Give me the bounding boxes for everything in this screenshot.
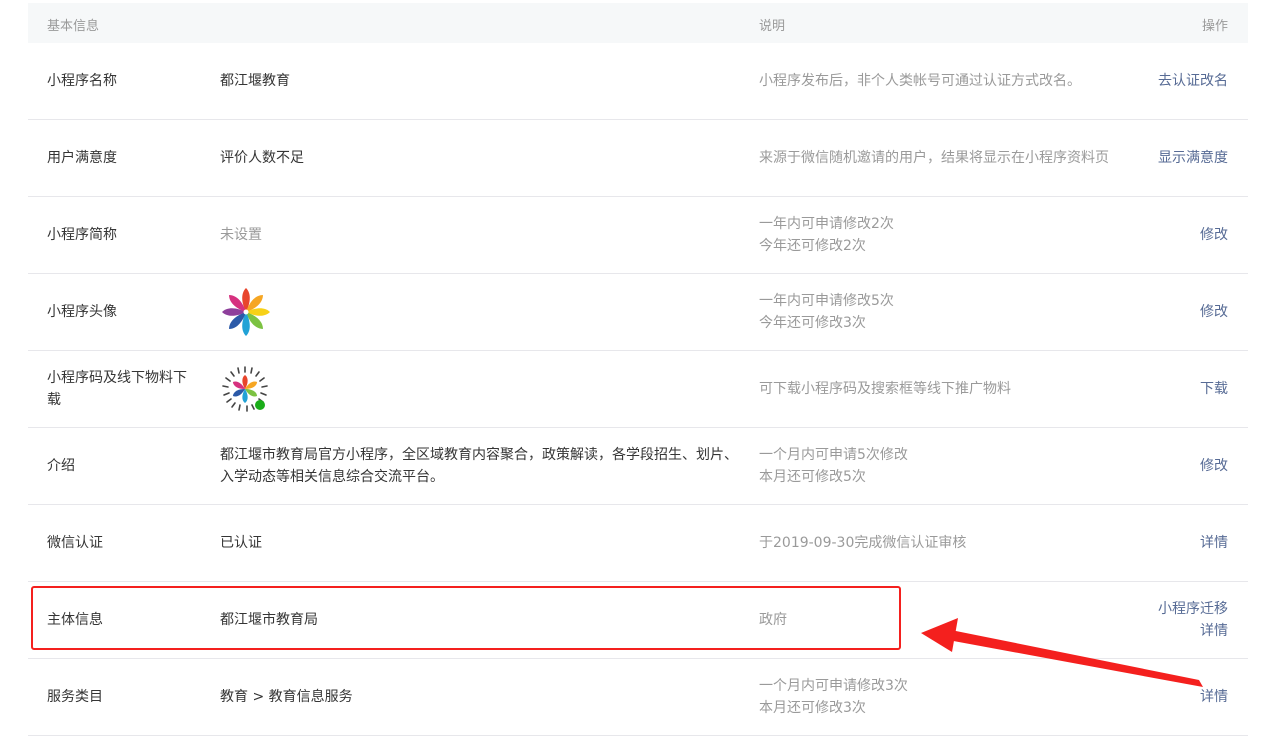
row-desc: 小程序发布后，非个人类帐号可通过认证方式改名。 <box>759 43 1129 119</box>
row-value <box>220 274 740 350</box>
row-desc-line: 今年还可修改3次 <box>759 315 866 331</box>
header-description: 说明 <box>759 19 786 34</box>
row-desc-line: 本月还可修改3次 <box>759 700 866 716</box>
cert-details-link[interactable]: 详情 <box>1200 532 1228 554</box>
row-ops: 修改 <box>1200 197 1228 273</box>
row-ops: 详情 <box>1200 505 1228 581</box>
row-ops: 修改 <box>1200 274 1228 350</box>
row-ops: 详情 <box>1200 659 1228 735</box>
row-label: 微信认证 <box>47 535 103 551</box>
certify-rename-link[interactable]: 去认证改名 <box>1158 70 1228 92</box>
row-label: 小程序头像 <box>47 304 117 320</box>
table-row-satisfaction: 用户满意度 评价人数不足 来源于微信随机邀请的用户，结果将显示在小程序资料页 显… <box>28 120 1248 197</box>
row-desc-line: 今年还可修改2次 <box>759 238 866 254</box>
row-value: 已认证 <box>220 535 262 551</box>
table-row-service-category: 服务类目 教育 > 教育信息服务 一个月内可申请修改3次 本月还可修改3次 详情 <box>28 659 1248 736</box>
row-desc-line: 来源于微信随机邀请的用户，结果将显示在小程序资料页 <box>759 150 1109 166</box>
mini-program-code-icon <box>221 365 269 413</box>
row-desc-line: 一年内可申请修改5次 <box>759 293 894 309</box>
category-details-link[interactable]: 详情 <box>1200 686 1228 708</box>
row-value: 未设置 <box>220 227 262 243</box>
row-desc: 于2019-09-30完成微信认证审核 <box>759 505 1129 581</box>
row-desc: 可下载小程序码及搜索框等线下推广物料 <box>759 351 1129 427</box>
row-label: 用户满意度 <box>47 150 117 166</box>
row-desc: 一年内可申请修改2次 今年还可修改2次 <box>759 197 1129 273</box>
row-desc-line: 本月还可修改5次 <box>759 469 866 485</box>
download-link[interactable]: 下载 <box>1200 378 1228 400</box>
migrate-mini-program-link[interactable]: 小程序迁移 <box>1158 598 1228 620</box>
row-value <box>220 351 740 427</box>
header-basic-info: 基本信息 <box>47 19 100 34</box>
row-desc: 一个月内可申请修改3次 本月还可修改3次 <box>759 659 1129 735</box>
row-value: 都江堰教育 <box>220 73 290 89</box>
edit-avatar-link[interactable]: 修改 <box>1200 301 1228 323</box>
highlight-box <box>31 586 901 650</box>
row-desc-line: 一个月内可申请5次修改 <box>759 447 908 463</box>
row-value: 教育 > 教育信息服务 <box>220 689 353 705</box>
row-ops: 小程序迁移 详情 <box>1158 582 1228 658</box>
row-value: 评价人数不足 <box>220 150 304 166</box>
row-desc-line: 一个月内可申请修改3次 <box>759 678 908 694</box>
row-label: 服务类目 <box>47 689 103 705</box>
table-row-code-download: 小程序码及线下物料下载 可下载小程序码及搜索框等线下推广物料 下载 <box>28 351 1248 428</box>
avatar-pinwheel-icon <box>222 288 270 336</box>
row-ops: 显示满意度 <box>1158 120 1228 196</box>
row-label: 小程序简称 <box>47 227 117 243</box>
table-row-wechat-cert: 微信认证 已认证 于2019-09-30完成微信认证审核 详情 <box>28 505 1248 582</box>
table-header: 基本信息 说明 操作 <box>28 3 1248 43</box>
table-row-short-name: 小程序简称 未设置 一年内可申请修改2次 今年还可修改2次 修改 <box>28 197 1248 274</box>
table-row-name: 小程序名称 都江堰教育 小程序发布后，非个人类帐号可通过认证方式改名。 去认证改… <box>28 43 1248 120</box>
row-ops: 下载 <box>1200 351 1228 427</box>
row-ops: 修改 <box>1200 428 1228 504</box>
row-desc-line: 可下载小程序码及搜索框等线下推广物料 <box>759 381 1011 397</box>
edit-short-name-link[interactable]: 修改 <box>1200 224 1228 246</box>
row-desc-line: 一年内可申请修改2次 <box>759 216 894 232</box>
row-label: 介绍 <box>47 458 75 474</box>
subject-details-link[interactable]: 详情 <box>1200 620 1228 642</box>
row-desc: 来源于微信随机邀请的用户，结果将显示在小程序资料页 <box>759 120 1129 196</box>
row-label: 小程序名称 <box>47 73 117 89</box>
table-row-avatar: 小程序头像 一年内可申请修改5次 今年还可修改3次 修改 <box>28 274 1248 351</box>
row-label: 小程序码及线下物料下载 <box>47 370 187 408</box>
table-row-intro: 介绍 都江堰市教育局官方小程序，全区域教育内容聚合，政策解读，各学段招生、划片、… <box>28 428 1248 505</box>
row-desc-line: 小程序发布后，非个人类帐号可通过认证方式改名。 <box>759 73 1081 89</box>
row-value: 都江堰市教育局官方小程序，全区域教育内容聚合，政策解读，各学段招生、划片、入学动… <box>220 447 738 485</box>
row-ops: 去认证改名 <box>1158 43 1228 119</box>
row-desc-line: 于2019-09-30完成微信认证审核 <box>759 535 967 551</box>
row-desc: 一个月内可申请5次修改 本月还可修改5次 <box>759 428 1129 504</box>
edit-intro-link[interactable]: 修改 <box>1200 455 1228 477</box>
show-satisfaction-link[interactable]: 显示满意度 <box>1158 147 1228 169</box>
row-desc: 一年内可申请修改5次 今年还可修改3次 <box>759 274 1129 350</box>
header-operation: 操作 <box>1201 19 1228 34</box>
